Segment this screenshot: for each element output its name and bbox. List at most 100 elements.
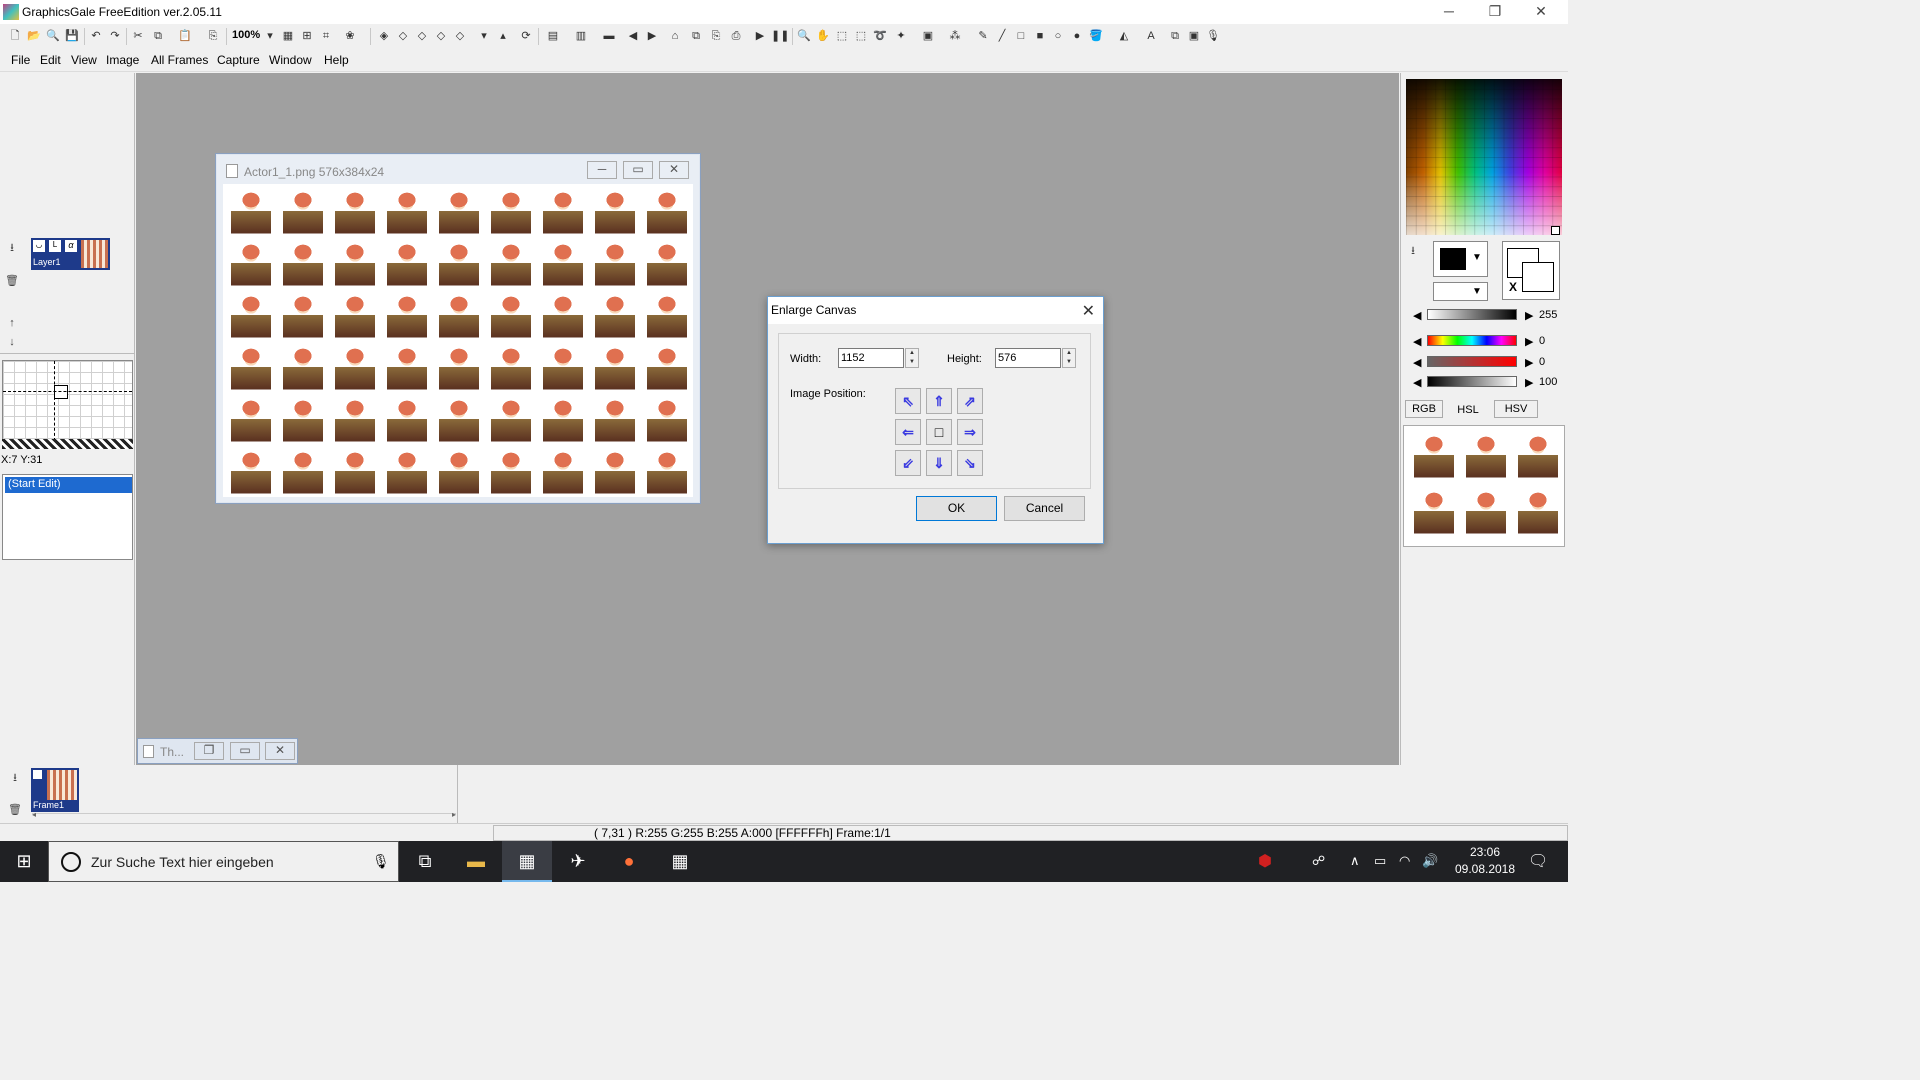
antivirus-tray-icon[interactable]: ⬢ <box>1258 851 1272 871</box>
scroll-right-icon[interactable]: ▸ <box>452 810 456 819</box>
layer-delete-icon[interactable]: ◇ <box>414 28 430 44</box>
firefox-icon[interactable]: ● <box>604 841 654 882</box>
cancel-button[interactable]: Cancel <box>1004 496 1085 521</box>
people-icon[interactable]: ☍ <box>1312 853 1325 869</box>
tab-hsl[interactable]: HSL <box>1445 402 1491 420</box>
frame-delete-icon[interactable]: ▬ <box>601 28 617 44</box>
min-maximize-button[interactable]: ▭ <box>230 742 260 760</box>
rectangle-icon[interactable]: □ <box>1013 28 1029 44</box>
frame-thumbnail[interactable]: Frame1 <box>31 768 79 812</box>
pause-icon[interactable]: ❚❚ <box>771 28 789 44</box>
position-bottom-button[interactable]: ⇓ <box>926 450 952 476</box>
clock[interactable]: 23:06 09.08.2018 <box>1450 844 1520 878</box>
position-top-right-button[interactable]: ⇗ <box>957 388 983 414</box>
volume-icon[interactable]: 🔊 <box>1422 853 1438 869</box>
filled-rect-icon[interactable]: ■ <box>1032 28 1048 44</box>
layer-alpha-icon[interactable]: α <box>65 240 77 252</box>
preview-pane[interactable] <box>1403 425 1565 547</box>
play-icon[interactable]: ▶ <box>752 28 768 44</box>
new-file-icon[interactable]: 🗋 <box>7 28 23 44</box>
layer-thumbnail[interactable]: ◡ L α Layer1 <box>31 238 110 270</box>
lightness-slider[interactable] <box>1427 376 1517 387</box>
search-file-icon[interactable]: 🔍 <box>45 28 61 44</box>
layer-new-icon[interactable]: ⭳ <box>4 240 20 256</box>
dialog-close-icon[interactable]: ✕ <box>1082 301 1095 321</box>
fit-grid-icon[interactable]: ⌗ <box>318 28 334 44</box>
windows-start-icon[interactable]: ⊞ <box>0 841 48 882</box>
fill-icon[interactable]: 🪣 <box>1088 28 1104 44</box>
layer-props-icon[interactable]: ◇ <box>452 28 468 44</box>
close-button[interactable]: ✕ <box>1518 0 1564 24</box>
zoom-level[interactable]: 100% <box>232 29 260 41</box>
battery-icon[interactable]: ▭ <box>1374 853 1386 869</box>
gradient-icon[interactable]: ◭ <box>1116 28 1132 44</box>
sat-left-arrow-icon[interactable]: ◀ <box>1413 356 1421 369</box>
text-tool-icon[interactable]: A <box>1143 28 1159 44</box>
navigator-cursor[interactable] <box>54 385 68 399</box>
navigator-grid[interactable] <box>2 360 133 448</box>
layer-add-icon[interactable]: ◈ <box>376 28 392 44</box>
prev-frame-icon[interactable]: ◀ <box>625 28 641 44</box>
brush-select[interactable]: ▼ <box>1433 282 1488 301</box>
frame-copy-icon[interactable]: ⧉ <box>688 28 704 44</box>
minimized-window[interactable]: Th... ❐ ▭ ✕ <box>137 738 298 764</box>
refresh-icon[interactable]: ⟳ <box>518 28 534 44</box>
image-window[interactable]: Actor1_1.png 576x384x24 ─ ▭ ✕ <box>215 153 701 504</box>
position-top-button[interactable]: ⇑ <box>926 388 952 414</box>
zoom-tool-icon[interactable]: 🔍 <box>796 28 812 44</box>
copy-icon[interactable]: ⧉ <box>150 28 166 44</box>
filled-ellipse-icon[interactable]: ● <box>1069 28 1085 44</box>
app-taskbar-icon[interactable]: ✈ <box>553 841 603 882</box>
frame-paste-icon[interactable]: ⎘ <box>708 28 724 44</box>
hue-left-arrow-icon[interactable]: ◀ <box>1413 335 1421 348</box>
move-up-icon[interactable]: ▴ <box>495 28 511 44</box>
saturation-slider[interactable] <box>1427 356 1517 367</box>
paste-icon[interactable]: 📋 <box>177 28 193 44</box>
pixel-grid-icon[interactable]: ⊞ <box>299 28 315 44</box>
layer-visible-icon[interactable]: ◡ <box>33 240 45 252</box>
slider-right-arrow-icon[interactable]: ▶ <box>1525 309 1533 322</box>
open-file-icon[interactable]: 📂 <box>26 28 42 44</box>
wifi-icon[interactable]: ◠ <box>1399 853 1410 869</box>
file-explorer-icon[interactable]: ▬ <box>451 841 501 882</box>
menu-view[interactable]: View <box>71 53 97 67</box>
light-left-arrow-icon[interactable]: ◀ <box>1413 376 1421 389</box>
alpha-slider[interactable] <box>1427 309 1517 320</box>
hue-slider[interactable] <box>1427 335 1517 346</box>
position-left-button[interactable]: ⇐ <box>895 419 921 445</box>
frames-scrollbar[interactable]: ◂ ▸ <box>32 810 456 821</box>
position-bottom-right-button[interactable]: ⇘ <box>957 450 983 476</box>
foreground-color-box[interactable]: ▼ <box>1433 241 1488 277</box>
palette-load-icon[interactable]: ⭳ <box>1405 243 1421 259</box>
minimize-button[interactable]: ─ <box>1426 0 1472 24</box>
redo-icon[interactable]: ↷ <box>107 28 123 44</box>
color-palette[interactable] <box>1406 79 1562 235</box>
layer-merge-icon[interactable]: ◇ <box>433 28 449 44</box>
sound-icon[interactable]: 🎙 <box>1205 28 1221 44</box>
ellipse-icon[interactable]: ○ <box>1050 28 1066 44</box>
height-spinner[interactable]: ▲ ▼ <box>1062 348 1076 368</box>
frame-add-icon[interactable]: ▤ <box>545 28 561 44</box>
frame-check-icon[interactable] <box>33 770 42 779</box>
image-maximize-button[interactable]: ▭ <box>623 161 653 179</box>
magic-wand-icon[interactable]: ✦ <box>893 28 909 44</box>
image-minimize-button[interactable]: ─ <box>587 161 617 179</box>
paste-new-icon[interactable]: ⎘ <box>205 28 221 44</box>
frame-trash-icon[interactable]: 🗑 <box>7 802 23 818</box>
history-item[interactable]: (Start Edit) <box>5 477 132 493</box>
next-frame-icon[interactable]: ▶ <box>644 28 660 44</box>
menu-file[interactable]: File <box>11 53 30 67</box>
layer-dup-icon[interactable]: ◇ <box>395 28 411 44</box>
pencil-icon[interactable]: ✎ <box>975 28 991 44</box>
ok-button[interactable]: OK <box>916 496 997 521</box>
frame-props-icon[interactable]: ⌂ <box>667 28 683 44</box>
sat-right-arrow-icon[interactable]: ▶ <box>1525 356 1533 369</box>
undo-icon[interactable]: ↶ <box>88 28 104 44</box>
spray-icon[interactable]: ⁂ <box>947 28 963 44</box>
hand-tool-icon[interactable]: ✋ <box>815 28 831 44</box>
width-input[interactable]: 1152 <box>838 348 904 368</box>
slider-left-arrow-icon[interactable]: ◀ <box>1413 309 1421 322</box>
tray-expand-icon[interactable]: ∧ <box>1350 853 1360 869</box>
height-input[interactable]: 576 <box>995 348 1061 368</box>
cut-icon[interactable]: ✂ <box>130 28 146 44</box>
